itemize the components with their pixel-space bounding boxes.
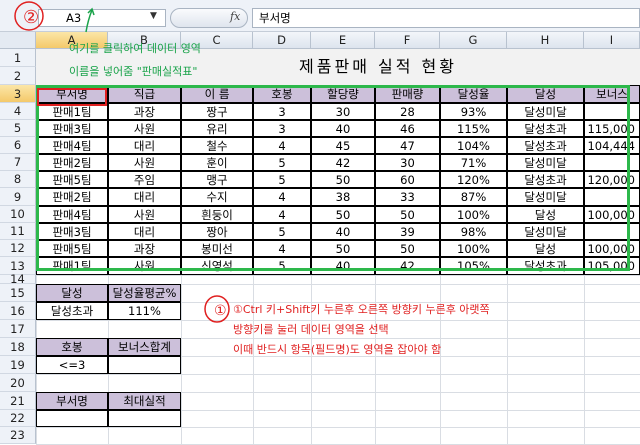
note-name-box-line1: 여기를 클릭하여 데이터 영역 (69, 42, 201, 55)
gridline (36, 275, 640, 276)
chevron-down-icon[interactable]: ▼ (150, 11, 157, 21)
criteria-header-cell[interactable]: 달성율평균% (108, 284, 181, 302)
criteria-value-cell[interactable] (36, 410, 108, 427)
criteria-value-cell[interactable] (108, 356, 181, 374)
criteria-header-cell[interactable]: 달성 (36, 284, 108, 302)
criteria-value-cell[interactable]: 달성초과 (36, 302, 108, 320)
gridline (36, 374, 640, 375)
row-header[interactable]: 1 (0, 49, 36, 67)
row-header[interactable]: 23 (0, 427, 36, 444)
row-header[interactable]: 20 (0, 374, 36, 392)
svg-text:②: ② (23, 7, 39, 28)
criteria-value-cell[interactable] (108, 410, 181, 427)
note-line: ①Ctrl 키+Shift키 누른후 오른쪽 방향키 누른후 아랫쪽 (233, 303, 490, 316)
column-header[interactable]: F (375, 32, 440, 49)
row-header[interactable]: 21 (0, 392, 36, 410)
hand-drawn-marker-2: ② (14, 1, 44, 31)
fx-icon[interactable]: fx (230, 10, 240, 23)
hand-drawn-marker-1: ① (204, 295, 230, 323)
criteria-header-cell[interactable]: 부서명 (36, 392, 108, 410)
row-header[interactable]: 15 (0, 284, 36, 302)
row-header[interactable]: 19 (0, 356, 36, 374)
row-header[interactable]: 12 (0, 240, 36, 257)
svg-text:①: ① (214, 303, 227, 319)
column-header[interactable]: G (440, 32, 507, 49)
row-header[interactable]: 10 (0, 206, 36, 223)
row-header[interactable]: 16 (0, 302, 36, 320)
row-header[interactable]: 17 (0, 320, 36, 338)
active-cell-highlight (37, 88, 107, 106)
note-selection-instructions: ①Ctrl 키+Shift키 누른후 오른쪽 방향키 누른후 아랫쪽 방향키를 … (233, 300, 490, 360)
row-header[interactable]: 3 (0, 85, 36, 103)
row-header[interactable]: 2 (0, 67, 36, 85)
note-line: 이때 반드시 항목(필드명)도 영역을 잡아야 함 (233, 343, 442, 356)
data-range-highlight (36, 85, 630, 271)
name-box[interactable]: A3 (38, 9, 166, 27)
criteria-header-cell[interactable]: 최대실적 (108, 392, 181, 410)
row-header[interactable]: 11 (0, 223, 36, 240)
gridline (36, 427, 640, 428)
column-header[interactable]: H (507, 32, 584, 49)
row-header[interactable]: 5 (0, 120, 36, 137)
formula-input[interactable]: 부서명 (252, 8, 640, 28)
column-header[interactable]: E (311, 32, 375, 49)
select-all-corner[interactable] (0, 32, 36, 49)
arrow-up-icon (85, 7, 95, 33)
row-header[interactable]: 8 (0, 171, 36, 188)
criteria-value-cell[interactable]: <=3 (36, 356, 108, 374)
criteria-header-cell[interactable]: 호봉 (36, 338, 108, 356)
column-header[interactable]: I (584, 32, 640, 49)
criteria-header-cell[interactable]: 보너스합계 (108, 338, 181, 356)
row-header[interactable]: 14 (0, 273, 36, 285)
note-line: 방향키를 눌러 데이터 영역을 선택 (233, 323, 389, 336)
column-header[interactable]: D (253, 32, 311, 49)
row-header[interactable]: 22 (0, 410, 36, 427)
row-header[interactable]: 9 (0, 188, 36, 206)
row-header[interactable]: 7 (0, 154, 36, 171)
criteria-value-cell[interactable]: 111% (108, 302, 181, 320)
row-header[interactable]: 6 (0, 137, 36, 154)
row-header[interactable]: 4 (0, 103, 36, 120)
note-name-box-line2: 이름을 넣어줌 "판매실적표" (69, 65, 198, 78)
row-header[interactable]: 18 (0, 338, 36, 356)
